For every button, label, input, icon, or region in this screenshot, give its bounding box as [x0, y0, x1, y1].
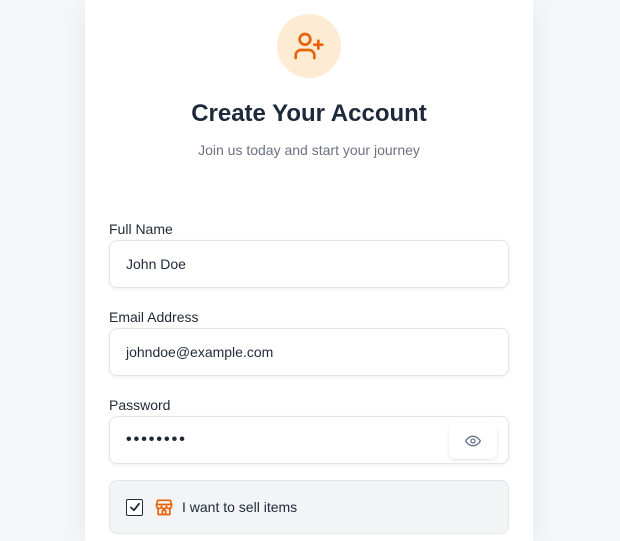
full-name-value: John Doe	[126, 256, 186, 272]
seller-label: I want to sell items	[182, 499, 298, 515]
checkmark-icon	[129, 502, 140, 512]
toggle-password-button[interactable]	[449, 423, 497, 459]
email-value: johndoe@example.com	[126, 344, 274, 360]
seller-checkbox[interactable]	[126, 498, 143, 516]
store-icon	[155, 499, 173, 516]
user-plus-icon	[294, 32, 324, 60]
eye-icon	[465, 435, 481, 447]
password-input[interactable]: ••••••••	[109, 416, 509, 464]
password-label: Password	[109, 397, 171, 413]
email-input[interactable]: johndoe@example.com	[109, 328, 509, 376]
email-label: Email Address	[109, 309, 199, 325]
full-name-input[interactable]: John Doe	[109, 240, 509, 288]
page-subtitle: Join us today and start your journey	[198, 142, 420, 158]
avatar-circle	[277, 14, 341, 78]
signup-card: Create Your Account Join us today and st…	[85, 0, 533, 541]
full-name-label: Full Name	[109, 221, 173, 237]
page-title: Create Your Account	[191, 100, 427, 127]
seller-option[interactable]: I want to sell items	[109, 480, 509, 534]
